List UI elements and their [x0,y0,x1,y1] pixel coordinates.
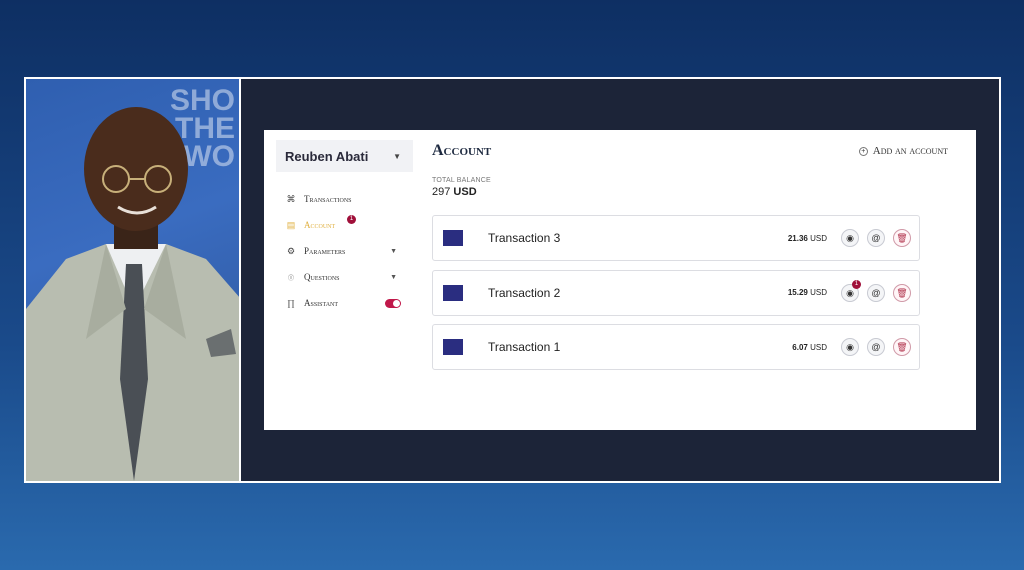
question-icon: ⓘ [287,272,294,282]
transaction-row[interactable]: Transaction 3 21.36 USD ◉ @ 🗑 [432,215,920,261]
transaction-actions: ◉ 1 @ 🗑 [841,279,911,302]
trash-icon: 🗑 [896,287,908,298]
trash-icon: 🗑 [896,342,908,352]
sidebar-item-parameters[interactable]: ⚙ Parameters ▼ [276,238,413,264]
chevron-down-icon: ▼ [390,273,397,281]
amount-currency: USD [810,342,827,352]
notification-badge: 1 [852,279,861,289]
delete-button[interactable]: 🗑 [893,338,911,356]
transaction-name: Transaction 1 [488,340,561,354]
transaction-actions: ◉ @ 🗑 [841,229,911,247]
sidebar-item-label: Parameters [304,246,346,256]
chevron-down-icon: ▼ [393,151,401,161]
broadcast-frame: SHO THE WO Reuben Abati ▼ ⌘ Transactions… [24,77,1001,483]
transaction-name: Transaction 3 [488,231,561,245]
sidebar-nav: ⌘ Transactions ▤ Account 1 ⚙ Parameters … [276,186,413,316]
card-icon [443,339,463,355]
balance-currency: USD [453,186,477,198]
view-button[interactable]: ◉ [841,338,859,356]
sidebar-item-questions[interactable]: ⓘ Questions ▼ [276,264,413,290]
transaction-row[interactable]: Transaction 1 6.07 USD ◉ @ 🗑 [432,324,920,370]
delete-button[interactable]: 🗑 [893,229,911,247]
amount-currency: USD [810,233,827,243]
eye-icon: ◉ [846,287,854,298]
gear-icon: ⚙ [286,245,296,256]
transaction-amount: 6.07 USD [792,343,827,352]
balance-amount: 297 [432,186,451,198]
sidebar-item-label: Account [304,220,336,230]
notification-badge: 1 [347,215,356,224]
transaction-amount: 21.36 USD [788,234,827,243]
amount-value: 21.36 [787,233,808,243]
sidebar-item-label: Questions [304,272,340,282]
transaction-list: Transaction 3 21.36 USD ◉ @ 🗑 Transactio… [432,215,962,370]
amount-value: 15.29 [787,288,808,297]
view-button[interactable]: ◉ [841,229,859,247]
sidebar-item-transactions[interactable]: ⌘ Transactions [276,186,413,212]
balance-label: TOTAL BALANCE [432,177,491,184]
sidebar-item-label: Assistant [304,298,339,308]
at-icon: @ [871,233,881,243]
card-icon [443,284,463,301]
grid-icon: ⌘ [286,193,296,204]
user-name: Reuben Abati [285,148,369,164]
transaction-amount: 15.29 USD [788,288,827,297]
banking-app-panel: Reuben Abati ▼ ⌘ Transactions ▤ Account … [264,130,976,430]
eye-icon: ◉ [846,342,854,352]
view-button[interactable]: ◉ 1 [841,279,861,302]
add-account-label: Add an account [872,145,948,157]
card-icon [443,230,463,246]
at-icon: @ [871,342,881,352]
amount-currency: USD [810,288,827,297]
trash-icon: 🗑 [896,233,908,243]
transaction-actions: ◉ @ 🗑 [841,338,911,356]
delete-button[interactable]: 🗑 [893,283,911,302]
at-icon: @ [871,287,881,298]
share-button[interactable]: @ [867,338,885,356]
wallet-icon: ▤ [286,219,296,230]
amount-value: 6.07 [792,342,808,352]
assistant-toggle[interactable] [385,298,401,308]
presenter-video: SHO THE WO [26,79,241,481]
share-button[interactable]: @ [867,283,885,302]
plus-icon: + [858,146,868,156]
sidebar: Reuben Abati ▼ ⌘ Transactions ▤ Account … [276,140,413,316]
share-button[interactable]: @ [867,229,885,247]
add-account-button[interactable]: + Add an account [858,145,948,157]
transaction-row[interactable]: Transaction 2 15.29 USD ◉ 1 @ 🗑 [432,269,920,316]
sidebar-item-label: Transactions [304,194,352,204]
chevron-down-icon: ▼ [390,247,397,255]
balance-value: 297 USD [432,186,962,198]
flask-icon: ∏ [287,298,295,308]
presenter-illustration [26,107,239,481]
eye-icon: ◉ [846,233,854,243]
user-select[interactable]: Reuben Abati ▼ [276,140,413,172]
sidebar-item-assistant[interactable]: ∏ Assistant [276,290,413,316]
sidebar-item-account[interactable]: ▤ Account 1 [276,212,413,238]
account-main: Account + Add an account TOTAL BALANCE 2… [432,142,962,379]
transaction-name: Transaction 2 [488,285,561,300]
